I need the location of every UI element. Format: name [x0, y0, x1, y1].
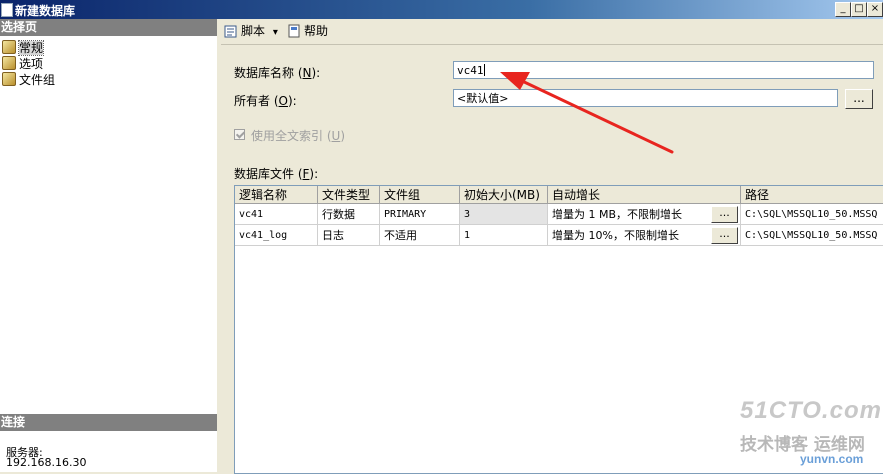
- watermark-domain: yunvn.com: [800, 452, 864, 466]
- watermark-logo: 51CTO.com: [740, 397, 882, 424]
